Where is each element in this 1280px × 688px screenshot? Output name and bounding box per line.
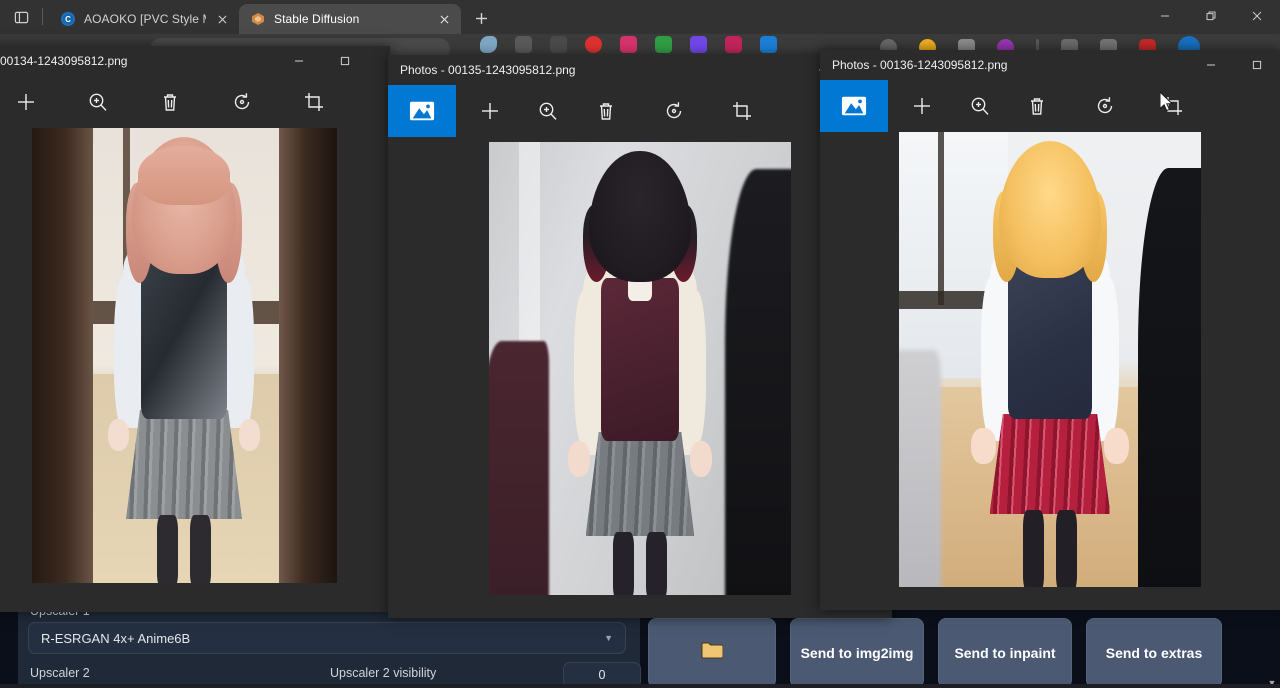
bookmark-bar-icons xyxy=(480,36,777,53)
bookmark-icon-8[interactable] xyxy=(725,36,742,53)
bookmark-icon-1[interactable] xyxy=(480,36,497,53)
artwork-pink-hair-girl xyxy=(32,128,337,583)
artwork-blonde-girl xyxy=(899,132,1201,587)
photo-image-00135[interactable] xyxy=(489,142,791,595)
upscaler2-visibility-label: Upscaler 2 visibility xyxy=(330,666,436,680)
crop-button[interactable] xyxy=(1139,80,1207,132)
browser-tabstrip: C AOAOKO [PVC Style Model] - PV xyxy=(0,0,1280,34)
browser-window-controls xyxy=(1142,0,1280,32)
photo-image-00136[interactable] xyxy=(899,132,1201,587)
bookmark-icon-2[interactable] xyxy=(515,36,532,53)
bookmark-icon-7[interactable] xyxy=(690,36,707,53)
new-tab-button[interactable] xyxy=(467,4,495,32)
delete-button[interactable] xyxy=(158,76,182,128)
photos-window-controls xyxy=(1188,50,1280,80)
bookmark-icon-4[interactable] xyxy=(585,36,602,53)
rotate-button[interactable] xyxy=(639,85,708,137)
bookmark-icon-6[interactable] xyxy=(655,36,672,53)
rotate-button[interactable] xyxy=(1070,80,1139,132)
photos-toolbar xyxy=(388,85,892,137)
folder-icon xyxy=(701,640,723,667)
taskbar-sliver xyxy=(0,684,1280,688)
crop-button[interactable] xyxy=(708,85,776,137)
maximize-icon[interactable] xyxy=(1234,50,1280,80)
page-scrollbar[interactable]: ▼ xyxy=(1266,608,1278,688)
desktop-screen: C AOAOKO [PVC Style Model] - PV xyxy=(0,0,1280,688)
bookmark-icon-3[interactable] xyxy=(550,36,567,53)
svg-text:C: C xyxy=(65,15,71,24)
photo-image-00134[interactable] xyxy=(32,128,337,583)
maximize-icon[interactable] xyxy=(322,46,368,76)
zoom-button[interactable] xyxy=(524,85,572,137)
photos-window-title: Photos - 00135-1243095812.png xyxy=(400,63,575,77)
minimize-icon[interactable] xyxy=(276,46,322,76)
rotate-button[interactable] xyxy=(230,76,254,128)
result-action-buttons: Send to img2img Send to inpaint Send to … xyxy=(648,618,1268,688)
upscaler2-label: Upscaler 2 xyxy=(30,666,90,680)
photos-window-title: Photos - 00136-1243095812.png xyxy=(832,58,1007,72)
tab-search-icon[interactable] xyxy=(0,0,42,34)
close-icon[interactable] xyxy=(436,11,453,28)
photos-window-controls xyxy=(276,46,368,76)
photos-canvas xyxy=(820,132,1280,610)
photos-window-00136[interactable]: Photos - 00136-1243095812.png xyxy=(820,50,1280,610)
bookmark-icon-5[interactable] xyxy=(620,36,637,53)
browser-tab-aoaoko[interactable]: C AOAOKO [PVC Style Model] - PV xyxy=(49,4,239,34)
tabstrip-divider xyxy=(42,8,43,25)
browser-tab-title: AOAOKO [PVC Style Model] - PV xyxy=(84,12,206,26)
send-to-extras-button[interactable]: Send to extras xyxy=(1086,618,1222,688)
crop-button[interactable] xyxy=(302,76,326,128)
zoom-button[interactable] xyxy=(956,80,1003,132)
add-to-album-button[interactable] xyxy=(456,85,524,137)
photos-titlebar[interactable]: Photos - 00135-1243095812.png xyxy=(388,55,892,85)
stable-diffusion-favicon xyxy=(250,11,266,27)
zoom-button[interactable] xyxy=(86,76,110,128)
photos-toolbar xyxy=(0,76,390,128)
delete-button[interactable] xyxy=(572,85,639,137)
close-icon[interactable] xyxy=(1234,0,1280,32)
delete-button[interactable] xyxy=(1003,80,1070,132)
photos-window-00134[interactable]: 00134-1243095812.png xyxy=(0,46,390,612)
photos-titlebar[interactable]: Photos - 00136-1243095812.png xyxy=(820,50,1280,80)
photos-home-button[interactable] xyxy=(820,80,888,132)
chevron-down-icon: ▼ xyxy=(604,633,613,643)
close-icon[interactable] xyxy=(214,11,231,28)
photos-canvas xyxy=(388,137,892,618)
browser-tab-title: Stable Diffusion xyxy=(274,12,428,26)
minimize-icon[interactable] xyxy=(1188,50,1234,80)
open-folder-button[interactable] xyxy=(648,618,776,688)
artwork-dark-hair-girl xyxy=(489,142,791,595)
upscaler2-visibility-value: 0 xyxy=(599,668,606,682)
bookmark-icon-9[interactable] xyxy=(760,36,777,53)
send-to-inpaint-button[interactable]: Send to inpaint xyxy=(938,618,1072,688)
add-to-album-button[interactable] xyxy=(14,76,38,128)
civitai-favicon: C xyxy=(60,11,76,27)
photos-canvas xyxy=(0,128,390,612)
upscaler1-value: R-ESRGAN 4x+ Anime6B xyxy=(41,631,190,646)
photos-toolbar xyxy=(820,80,1280,132)
browser-tab-stable-diffusion[interactable]: Stable Diffusion xyxy=(239,4,461,34)
add-to-album-button[interactable] xyxy=(888,80,956,132)
upscaler1-dropdown[interactable]: R-ESRGAN 4x+ Anime6B ▼ xyxy=(28,622,626,654)
photos-home-button[interactable] xyxy=(388,85,456,137)
send-to-img2img-button[interactable]: Send to img2img xyxy=(790,618,924,688)
minimize-icon[interactable] xyxy=(1142,0,1188,32)
photos-window-00135[interactable]: Photos - 00135-1243095812.png xyxy=(388,55,892,618)
restore-icon[interactable] xyxy=(1188,0,1234,32)
photos-window-title: 00134-1243095812.png xyxy=(0,54,127,68)
photos-titlebar[interactable]: 00134-1243095812.png xyxy=(0,46,390,76)
